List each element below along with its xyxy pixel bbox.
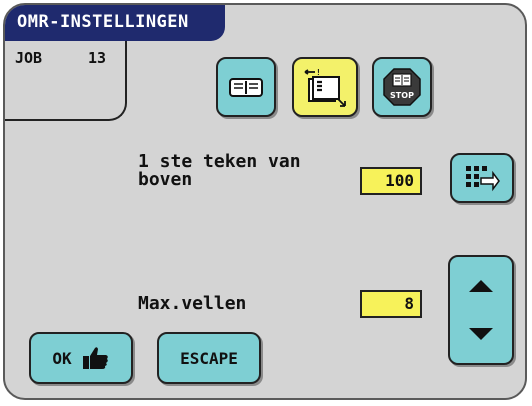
first-mark-value-field[interactable]: 100 bbox=[360, 167, 422, 195]
tab-omr-settings[interactable]: ! bbox=[292, 57, 358, 117]
keypad-icon bbox=[466, 166, 500, 192]
stop-text: STOP bbox=[390, 91, 414, 100]
arrow-up-icon[interactable] bbox=[468, 279, 494, 293]
svg-text:!: ! bbox=[316, 68, 321, 77]
omr-document-icon: ! bbox=[304, 68, 346, 107]
max-sheets-value-field[interactable]: 8 bbox=[360, 290, 422, 318]
ok-button[interactable]: OK bbox=[29, 332, 133, 384]
job-label: JOB bbox=[15, 49, 43, 67]
tab-book[interactable] bbox=[216, 57, 276, 117]
ok-label: OK bbox=[52, 348, 72, 368]
escape-button[interactable]: ESCAPE bbox=[157, 332, 261, 384]
keypad-button[interactable] bbox=[450, 153, 514, 203]
up-down-stepper[interactable] bbox=[448, 255, 514, 365]
tab-stop[interactable]: STOP bbox=[372, 57, 432, 117]
page-title: OMR-INSTELLINGEN bbox=[5, 5, 225, 41]
max-sheets-label: Max.vellen bbox=[138, 293, 247, 314]
open-book-icon bbox=[229, 78, 263, 97]
thumbs-up-icon bbox=[82, 347, 108, 369]
job-number: 13 bbox=[88, 49, 107, 67]
omr-settings-screen: OMR-INSTELLINGEN JOB 13 ! STOP 1 ste tek… bbox=[3, 3, 527, 400]
job-box: JOB 13 bbox=[5, 41, 127, 121]
stop-sign-icon: STOP bbox=[383, 68, 421, 106]
arrow-down-icon[interactable] bbox=[468, 327, 494, 341]
first-mark-label-line2: boven bbox=[138, 169, 193, 190]
